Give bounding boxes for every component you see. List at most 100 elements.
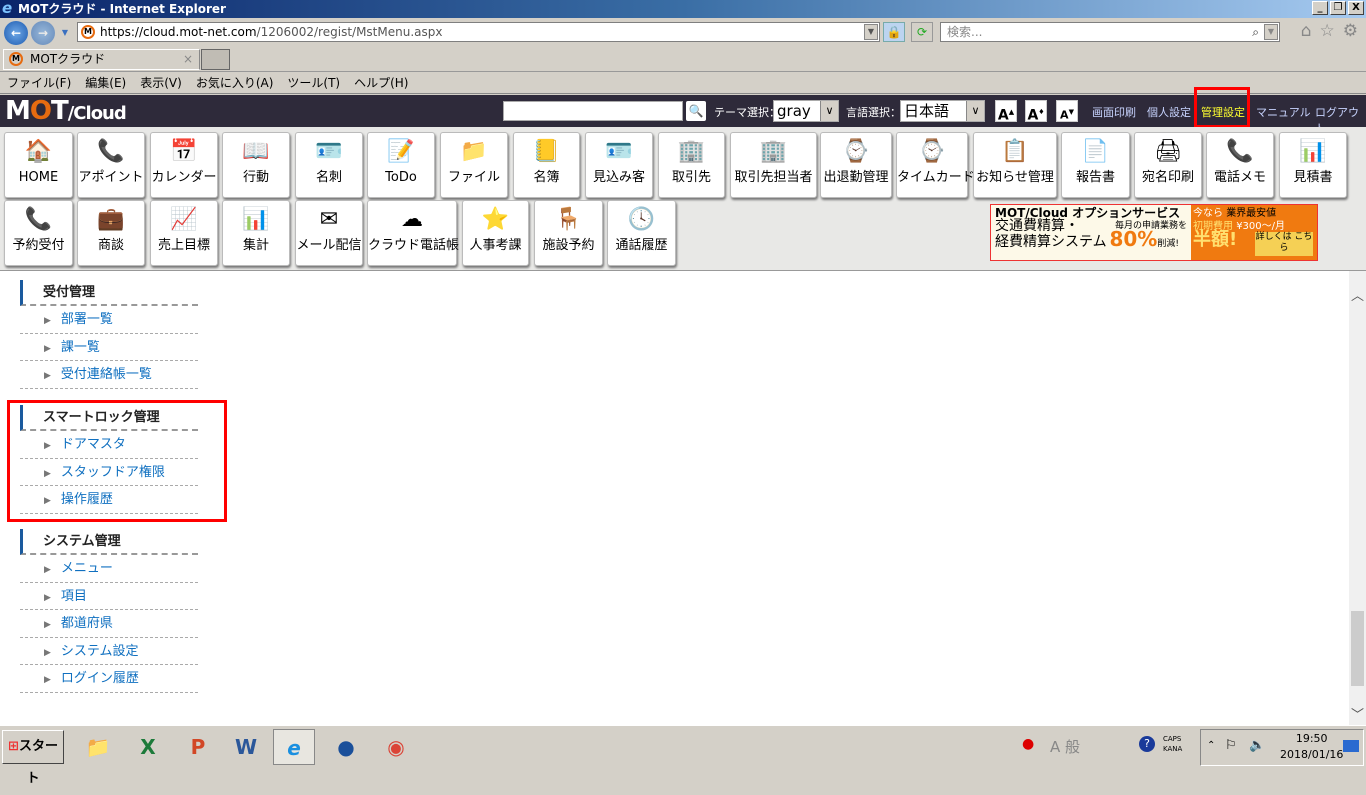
browser-tab[interactable]: M MOTクラウド ×	[3, 49, 200, 70]
word-taskbar-icon[interactable]: W	[225, 729, 267, 765]
explorer-taskbar-icon[interactable]: 📁	[77, 729, 119, 765]
theme-select[interactable]: gray ∨	[773, 100, 839, 122]
app-tile[interactable]: 📊 集計	[222, 200, 290, 266]
app-tile[interactable]: ✉ メール配信	[295, 200, 363, 266]
menu-link-label[interactable]: ログイン履歴	[61, 671, 139, 686]
app-tile[interactable]: 🏢 取引先	[658, 132, 725, 198]
history-dropdown-icon[interactable]: ▼	[58, 26, 72, 42]
ie-taskbar-icon[interactable]: e	[273, 729, 315, 765]
menu-link-label[interactable]: 部署一覧	[61, 312, 113, 327]
show-desktop-icon[interactable]	[1343, 740, 1359, 752]
address-dropdown-icon[interactable]: ▼	[864, 24, 878, 40]
app-tile[interactable]: 📅 カレンダー	[150, 132, 218, 198]
menu-link[interactable]: ▶ 課一覧	[20, 334, 198, 361]
app-tile[interactable]: 📞 アポイント	[77, 132, 145, 198]
search-dropdown-icon[interactable]: ▼	[1264, 24, 1278, 40]
menu-edit[interactable]: 編集(E)	[85, 72, 126, 93]
menu-link[interactable]: ▶ 都道府県	[20, 610, 198, 638]
close-button[interactable]: X	[1348, 1, 1364, 15]
scroll-down-icon[interactable]: ﹀	[1349, 704, 1366, 723]
start-button[interactable]: ⊞スタート	[2, 730, 64, 786]
app-tile[interactable]: ⭐ 人事考課	[462, 200, 529, 266]
banner-details-button[interactable]: 詳しくは こちら	[1255, 232, 1313, 256]
app-tile[interactable]: 📋 お知らせ管理	[973, 132, 1057, 198]
minimize-button[interactable]: _	[1312, 1, 1328, 15]
address-bar[interactable]: M https://cloud.mot-net.com/1206002/regi…	[77, 22, 880, 42]
app-tile[interactable]: 📈 売上目標	[150, 200, 218, 266]
search-icon[interactable]: ⌕	[1252, 23, 1259, 41]
app-tile[interactable]: 🪪 見込み客	[585, 132, 653, 198]
help-icon[interactable]: ?	[1139, 736, 1155, 752]
app-tile[interactable]: ☁ クラウド電話帳	[367, 200, 459, 266]
tab-close-icon[interactable]: ×	[183, 50, 193, 69]
app-tile[interactable]: ⌚ タイムカード	[896, 132, 975, 198]
app-tile[interactable]: 📒 名簿	[513, 132, 580, 198]
manual-link[interactable]: マニュアル	[1256, 104, 1311, 120]
menu-link-label[interactable]: システム設定	[61, 644, 139, 659]
restore-button[interactable]: ❐	[1330, 1, 1346, 15]
menu-help[interactable]: ヘルプ(H)	[354, 72, 408, 93]
show-hidden-icons-icon[interactable]: ⌃	[1207, 740, 1215, 751]
menu-link-label[interactable]: 都道府県	[61, 616, 113, 631]
menu-link-label[interactable]: 受付連絡帳一覧	[61, 367, 152, 382]
search-icon[interactable]: 🔍	[686, 101, 706, 121]
browser-search-input[interactable]: 検索... ▼ ⌕	[940, 22, 1280, 42]
print-screen-link[interactable]: 画面印刷	[1092, 104, 1136, 120]
personal-settings-link[interactable]: 個人設定	[1147, 104, 1191, 120]
app-tile[interactable]: 🪪 名刺	[295, 132, 363, 198]
font-reset-button[interactable]: A♦	[1025, 100, 1047, 124]
forward-button[interactable]: →	[31, 21, 55, 45]
app-tile[interactable]: 🏢 取引先担当者	[730, 132, 817, 198]
font-decrease-button[interactable]: A▼	[1056, 100, 1078, 122]
favorites-star-icon[interactable]: ☆	[1320, 21, 1335, 41]
font-increase-button[interactable]: A▲	[995, 100, 1017, 124]
refresh-icon[interactable]: ⟳	[911, 22, 933, 42]
menu-link[interactable]: ▶ 項目	[20, 583, 198, 610]
powerpoint-taskbar-icon[interactable]: P	[177, 729, 219, 765]
scroll-thumb[interactable]	[1351, 611, 1364, 686]
app-tile[interactable]: 📖 行動	[222, 132, 290, 198]
app-search-input[interactable]	[503, 101, 683, 121]
menu-link[interactable]: ▶ システム設定	[20, 638, 198, 665]
menu-link-label[interactable]: メニュー	[61, 561, 113, 576]
excel-taskbar-icon[interactable]: X	[127, 729, 169, 765]
app-tile[interactable]: 🏠 HOME	[4, 132, 73, 198]
menu-link[interactable]: ▶ メニュー	[20, 555, 198, 583]
thunderbird-taskbar-icon[interactable]: ●	[325, 729, 367, 765]
app-tile[interactable]: 🕓 通話履歴	[607, 200, 676, 266]
new-tab-button[interactable]	[201, 49, 230, 70]
menu-link[interactable]: ▶ 受付連絡帳一覧	[20, 361, 198, 389]
volume-icon[interactable]: 🔈	[1249, 738, 1265, 753]
ime-mode[interactable]: A 般	[1050, 736, 1080, 757]
app-tile[interactable]: 📞 予約受付	[4, 200, 73, 266]
home-icon[interactable]: ⌂	[1301, 21, 1312, 41]
app-tile[interactable]: 📁 ファイル	[440, 132, 508, 198]
app-tile[interactable]: 💼 商談	[77, 200, 145, 266]
app-tile[interactable]: 🖨 宛名印刷	[1134, 132, 1202, 198]
language-select[interactable]: 日本語 ∨	[900, 100, 985, 122]
menu-view[interactable]: 表示(V)	[140, 72, 182, 93]
app-tile[interactable]: 🪑 施設予約	[534, 200, 603, 266]
menu-file[interactable]: ファイル(F)	[7, 72, 71, 93]
gear-icon[interactable]: ⚙	[1343, 21, 1358, 41]
app-tile[interactable]: 📞 電話メモ	[1206, 132, 1274, 198]
lock-icon[interactable]: 🔒	[883, 22, 905, 42]
menu-link[interactable]: ▶ 部署一覧	[20, 306, 198, 334]
menu-tools[interactable]: ツール(T)	[287, 72, 340, 93]
app-tile[interactable]: ⌚ 出退勤管理	[820, 132, 892, 198]
flag-icon[interactable]: ⚐	[1225, 738, 1237, 753]
menu-link-label[interactable]: 課一覧	[61, 340, 100, 355]
back-button[interactable]: ←	[4, 21, 28, 45]
scroll-up-icon[interactable]: ︿	[1349, 285, 1366, 304]
menu-favorites[interactable]: お気に入り(A)	[196, 72, 274, 93]
promo-banner[interactable]: MOT/Cloud オプションサービス 交通費精算・ 毎月の申請業務を 経費精算シ…	[990, 204, 1318, 261]
clock[interactable]: 19:50 2018/01/16	[1280, 731, 1343, 763]
app-tile[interactable]: 📝 ToDo	[367, 132, 435, 198]
vertical-scrollbar[interactable]: ︿ ﹀	[1349, 271, 1366, 725]
app-tile[interactable]: 📄 報告書	[1061, 132, 1130, 198]
chrome-taskbar-icon[interactable]: ◉	[375, 729, 417, 765]
app-tile[interactable]: 📊 見積書	[1279, 132, 1347, 198]
ime-pad-icon[interactable]: ●	[1022, 736, 1034, 752]
menu-link[interactable]: ▶ ログイン履歴	[20, 665, 198, 693]
menu-link-label[interactable]: 項目	[61, 589, 87, 604]
